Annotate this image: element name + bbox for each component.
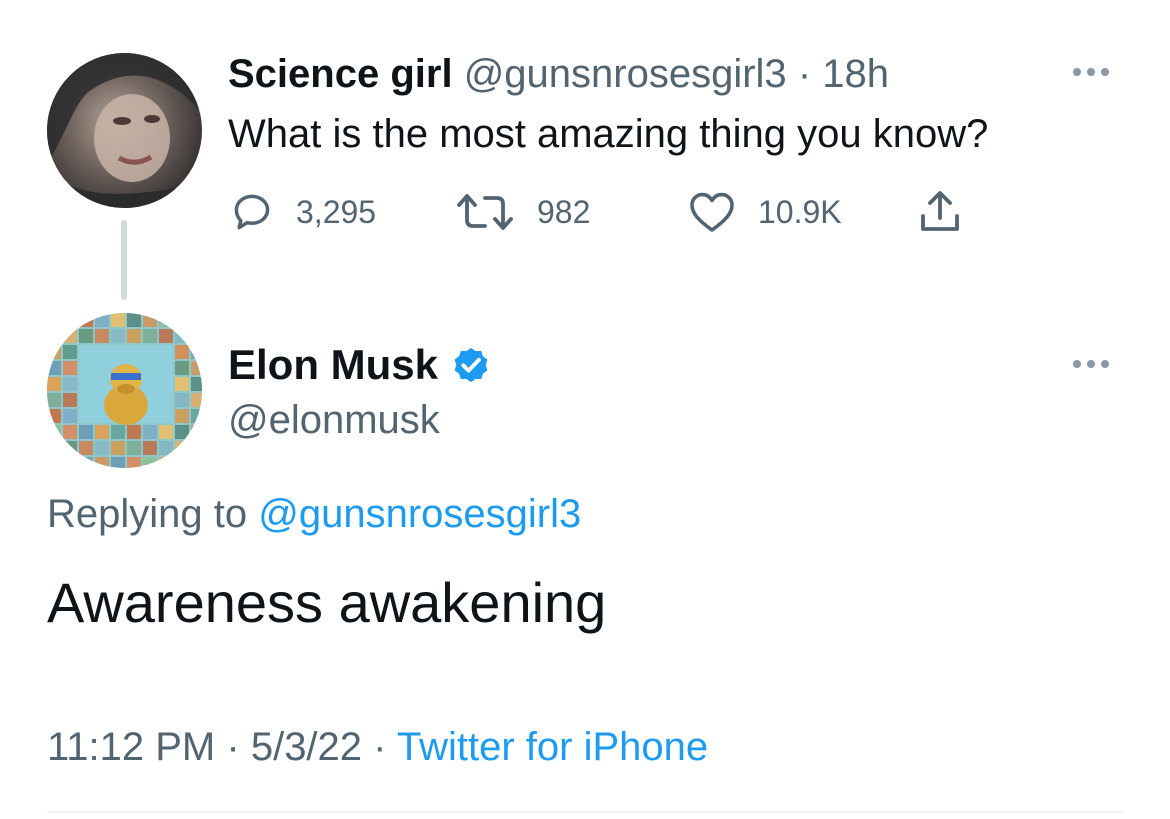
replying-to-mention[interactable]: @gunsnrosesgirl3 <box>258 492 581 536</box>
more-icon[interactable] <box>1073 65 1119 79</box>
retweet-action[interactable]: 982 <box>455 188 590 236</box>
retweet-count: 982 <box>537 193 591 230</box>
reply-author-row: Elon Musk <box>228 339 492 391</box>
tweet-time[interactable]: 18h <box>822 52 889 96</box>
tweet-date[interactable]: 5/3/22 <box>251 725 362 769</box>
reply-tweet-text: Awareness awakening <box>47 571 607 634</box>
author-handle[interactable]: @elonmusk <box>228 396 440 444</box>
more-icon[interactable] <box>1073 357 1119 371</box>
meta-separator: · <box>373 725 387 769</box>
reply-action[interactable]: 3,295 <box>230 188 376 236</box>
reply-icon <box>234 194 270 230</box>
like-action[interactable]: 10.9K <box>688 188 842 236</box>
divider <box>47 811 1123 813</box>
share-icon <box>921 191 959 231</box>
like-count: 10.9K <box>758 193 842 230</box>
avatar-elon-musk[interactable] <box>47 313 202 468</box>
meta-separator: · <box>797 52 812 96</box>
verified-badge-icon <box>454 347 488 383</box>
thread-connector-line <box>121 220 127 300</box>
avatar-science-girl[interactable] <box>47 53 202 208</box>
replying-prefix: Replying to <box>47 492 248 536</box>
tweet-timestamp-row: 11:12 PM · 5/3/22 · Twitter for iPhone <box>47 722 708 772</box>
reply-count: 3,295 <box>296 193 377 230</box>
author-name[interactable]: Science girl <box>228 52 453 96</box>
meta-separator: · <box>226 725 240 769</box>
like-icon <box>690 192 734 232</box>
tweet-time[interactable]: 11:12 PM <box>47 725 215 769</box>
share-action[interactable] <box>916 188 964 236</box>
parent-tweet-header: Science girl @gunsnrosesgirl3 · 18h <box>228 50 889 98</box>
replying-to-line: Replying to @gunsnrosesgirl3 <box>47 489 581 539</box>
author-name[interactable]: Elon Musk <box>228 339 438 391</box>
tweet-client-link[interactable]: Twitter for iPhone <box>397 725 708 769</box>
author-handle[interactable]: @gunsnrosesgirl3 <box>464 52 787 96</box>
parent-tweet-text: What is the most amazing thing you know? <box>228 112 989 156</box>
retweet-icon <box>457 194 513 230</box>
